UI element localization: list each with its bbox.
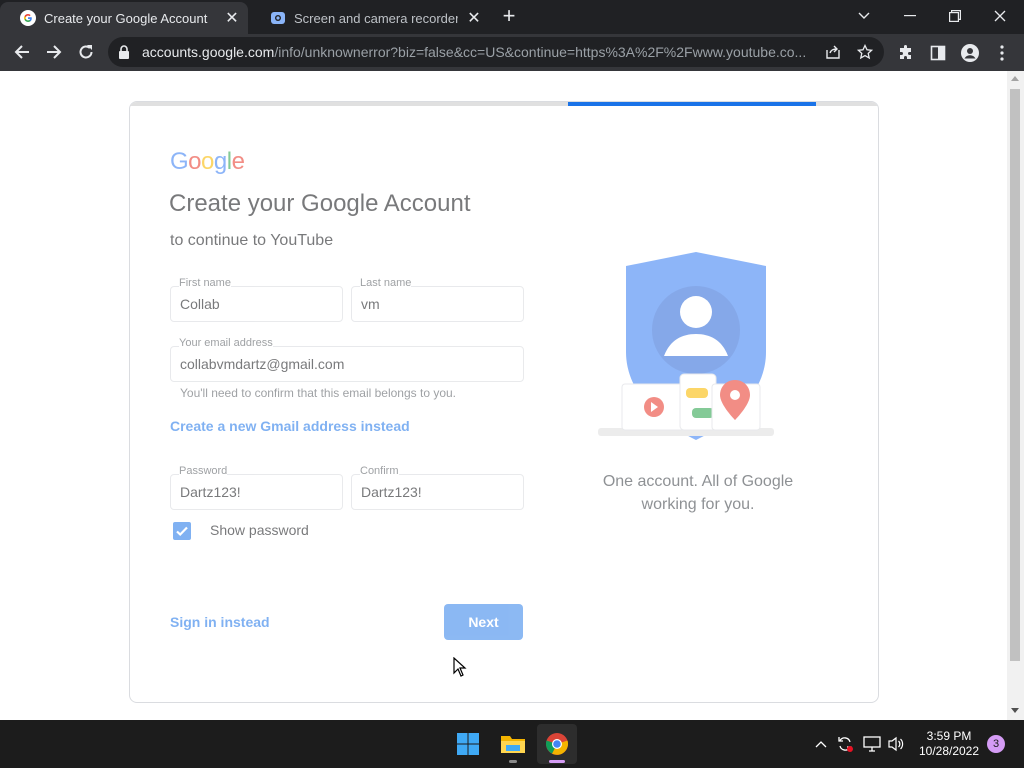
progress-bar-fill (568, 102, 816, 106)
reload-icon[interactable] (72, 38, 100, 66)
last-name-field[interactable]: Last name vm (351, 277, 524, 322)
side-panel-icon[interactable] (928, 43, 948, 63)
progress-bar (130, 102, 878, 106)
close-window-icon[interactable] (978, 0, 1022, 32)
show-password-checkbox[interactable] (173, 522, 191, 540)
clock-date: 10/28/2022 (918, 744, 980, 758)
file-explorer-folder-icon[interactable] (493, 724, 533, 764)
extensions-puzzle-icon[interactable] (896, 43, 916, 63)
password-field[interactable]: Password Dartz123! (170, 465, 343, 510)
minimize-icon[interactable] (888, 0, 932, 32)
show-password-label[interactable]: Show password (210, 522, 309, 538)
running-indicator (509, 760, 517, 763)
tab-close-icon[interactable]: ✕ (222, 8, 242, 28)
tab-search-chevron-icon[interactable] (842, 0, 886, 32)
next-button[interactable]: Next (444, 604, 523, 640)
share-icon[interactable] (824, 43, 842, 61)
first-name-label: First name (179, 277, 231, 289)
password-value: Dartz123! (180, 484, 241, 500)
active-indicator (549, 760, 565, 763)
tab-create-google-account[interactable]: Create your Google Account ✕ (0, 2, 248, 34)
new-tab-button[interactable]: + (498, 5, 520, 28)
email-label: Your email address (179, 337, 273, 349)
tab-title: Screen and camera recorder - Sc (294, 10, 458, 26)
signup-card: Google Create your Google Account to con… (129, 101, 879, 703)
last-name-value: vm (361, 296, 380, 312)
bookmark-star-icon[interactable] (856, 43, 874, 61)
first-name-value: Collab (180, 296, 220, 312)
sync-status-icon[interactable] (835, 734, 855, 754)
google-favicon-icon (20, 10, 36, 26)
sign-in-instead-link[interactable]: Sign in instead (170, 614, 270, 630)
back-arrow-icon[interactable] (8, 38, 36, 66)
checkmark-icon (176, 526, 188, 537)
scroll-down-arrow-icon[interactable] (1011, 708, 1019, 713)
tagline-line1: One account. All of Google (602, 473, 794, 490)
tab-title: Create your Google Account (44, 10, 208, 26)
account-shield-illustration (598, 252, 774, 440)
url-host: accounts.google.com (142, 44, 275, 60)
confirm-password-field[interactable]: Confirm Dartz123! (351, 465, 524, 510)
page-subtitle: to continue to YouTube (170, 232, 334, 249)
google-logo: Google (170, 148, 245, 175)
tagline: One account. All of Google working for y… (580, 470, 816, 516)
network-icon[interactable] (862, 734, 882, 754)
last-name-label: Last name (360, 277, 412, 289)
vertical-scrollbar[interactable] (1007, 71, 1024, 720)
forward-arrow-icon[interactable] (40, 38, 68, 66)
mouse-pointer-icon (453, 657, 467, 677)
show-hidden-icons-chevron-icon[interactable] (811, 734, 831, 754)
volume-icon[interactable] (886, 734, 906, 754)
profile-avatar-icon[interactable] (960, 43, 980, 63)
start-menu-windows-icon[interactable] (448, 724, 488, 764)
lock-icon[interactable] (118, 45, 130, 59)
address-bar[interactable]: accounts.google.com/info/unknownerror?bi… (108, 37, 884, 67)
chrome-taskbar-icon[interactable] (537, 724, 577, 764)
chrome-menu-kebab-icon[interactable] (992, 43, 1012, 63)
scroll-up-arrow-icon[interactable] (1011, 76, 1019, 81)
url-path: /info/unknownerror?biz=false&cc=US&conti… (274, 44, 807, 60)
email-field[interactable]: Your email address collabvmdartz@gmail.c… (170, 337, 524, 382)
confirm-label: Confirm (360, 465, 399, 477)
windows-taskbar: 3:59 PM 10/28/2022 3 (0, 720, 1024, 768)
password-label: Password (179, 465, 228, 477)
url-text[interactable]: accounts.google.com/info/unknownerror?bi… (142, 44, 818, 60)
page-title: Create your Google Account (169, 190, 471, 217)
notification-count-badge[interactable]: 3 (987, 735, 1005, 753)
first-name-field[interactable]: First name Collab (170, 277, 343, 322)
scrollbar-thumb[interactable] (1010, 89, 1020, 661)
restore-icon[interactable] (933, 0, 977, 32)
email-value: collabvmdartz@gmail.com (180, 356, 345, 372)
browser-toolbar: accounts.google.com/info/unknownerror?bi… (0, 34, 1024, 71)
page-viewport: Google Create your Google Account to con… (0, 71, 1007, 720)
tab-screen-recorder[interactable]: Screen and camera recorder - Sc ✕ (250, 2, 490, 34)
taskbar-clock[interactable]: 3:59 PM 10/28/2022 (910, 729, 988, 759)
recorder-favicon-icon (271, 12, 285, 24)
tab-close-icon[interactable]: ✕ (464, 8, 484, 28)
browser-titlebar: Create your Google Account ✕ Screen and … (0, 0, 1024, 34)
confirm-value: Dartz123! (361, 484, 422, 500)
email-hint: You'll need to confirm that this email b… (180, 386, 457, 400)
tagline-line2: working for you. (641, 496, 755, 513)
clock-time: 3:59 PM (926, 729, 972, 743)
create-gmail-link[interactable]: Create a new Gmail address instead (170, 418, 410, 434)
